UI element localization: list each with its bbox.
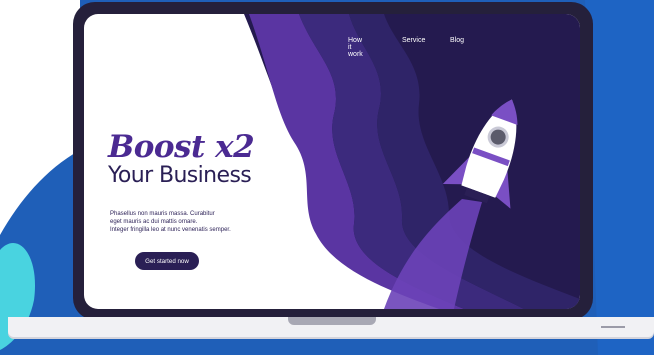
laptop-screen: How it work Service Blog Boost x2 Your B… [84, 14, 580, 309]
headline-your-business: Your Business [108, 163, 252, 188]
nav-link-blog[interactable]: Blog [450, 37, 464, 44]
hero-headline: Boost x2 Your Business [108, 129, 255, 188]
hero-description: Phasellus non mauris massa. Curabitur eg… [110, 210, 270, 234]
laptop-base-notch [288, 317, 376, 325]
nav-link-how-it-work[interactable]: How it work [348, 37, 363, 58]
laptop-base-indicator [601, 326, 625, 328]
description-line-2: eget mauris ac dui mattis ornare. [110, 219, 198, 225]
nav-link-service[interactable]: Service [402, 37, 425, 44]
description-line-1: Phasellus non mauris massa. Curabitur [110, 211, 215, 217]
get-started-button[interactable]: Get started now [135, 252, 199, 270]
description-line-3: Integer fringilla leo at nunc venenatis … [110, 227, 231, 233]
headline-boost: Boost x2 [108, 129, 255, 165]
